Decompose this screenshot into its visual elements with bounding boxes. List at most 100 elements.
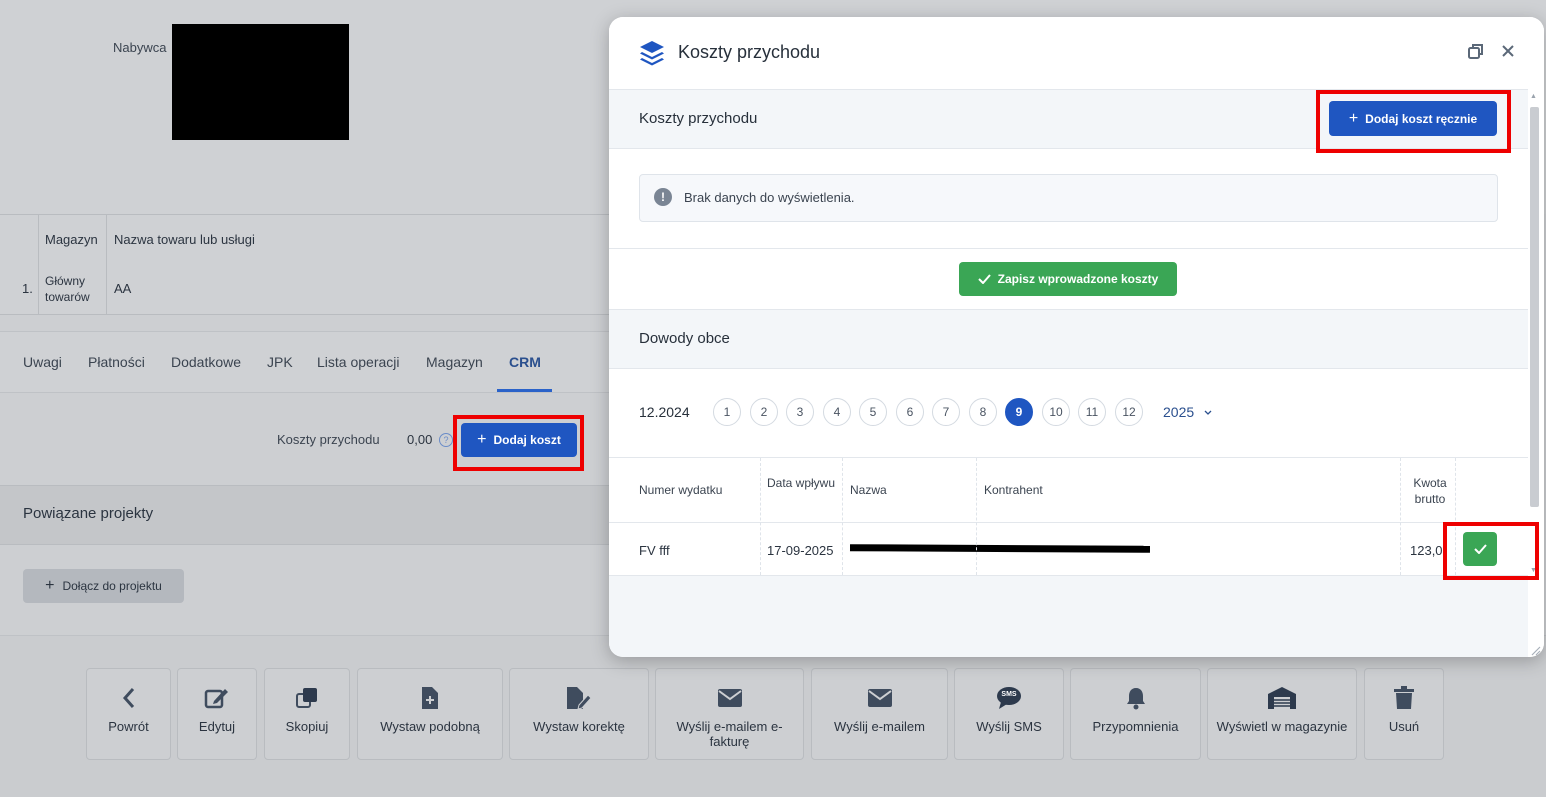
send-email-button[interactable]: Wyślij e-mailem — [811, 668, 948, 760]
divider — [609, 248, 1528, 249]
edit-button[interactable]: Edytuj — [177, 668, 257, 760]
accept-document-button[interactable] — [1463, 532, 1497, 566]
issue-similar-label: Wystaw podobną — [380, 719, 480, 734]
cell-receipt-date: 17-09-2025 — [767, 543, 834, 558]
send-email-label: Wyślij e-mailem — [834, 719, 925, 734]
issue-correction-label: Wystaw korektę — [533, 719, 625, 734]
trash-icon — [1365, 685, 1443, 711]
costs-section-title: Koszty przychodu — [639, 110, 758, 127]
month-page-4[interactable]: 4 — [823, 398, 851, 426]
check-icon — [977, 274, 991, 284]
column-divider — [106, 264, 107, 314]
plus-icon: + — [477, 431, 487, 448]
save-costs-label: Zapisz wprowadzone koszty — [997, 272, 1159, 286]
plus-icon: + — [45, 577, 55, 594]
cell-expense-number: FV fff — [639, 543, 670, 558]
column-divider — [38, 264, 39, 314]
external-docs-title: Dowody obce — [639, 330, 730, 347]
help-icon[interactable]: ? — [439, 433, 453, 447]
column-divider — [760, 458, 761, 575]
active-tab-indicator — [497, 389, 552, 392]
add-cost-button[interactable]: + Dodaj koszt — [461, 423, 577, 457]
resize-handle-icon[interactable] — [1529, 643, 1541, 657]
column-divider — [842, 458, 843, 575]
tab-crm[interactable]: CRM — [509, 354, 541, 370]
scroll-up-icon[interactable]: ▲ — [1530, 93, 1537, 100]
show-in-warehouse-button[interactable]: Wyświetl w magazynie — [1207, 668, 1357, 760]
buyer-label: Nabywca — [113, 40, 167, 55]
delete-label: Usuń — [1388, 719, 1420, 734]
copy-button[interactable]: Skopiuj — [264, 668, 350, 760]
th-gross-amount: Kwota brutto — [1413, 476, 1447, 506]
reminders-label: Przypomnienia — [1092, 719, 1179, 734]
month-page-10[interactable]: 10 — [1042, 398, 1070, 426]
join-project-button[interactable]: + Dołącz do projektu — [23, 569, 184, 603]
tab-platnosci[interactable]: Płatności — [88, 354, 145, 370]
month-page-2[interactable]: 2 — [750, 398, 778, 426]
bell-icon — [1071, 685, 1200, 711]
sms-icon: SMS — [955, 685, 1063, 711]
external-docs-section-header: Dowody obce — [609, 309, 1528, 369]
add-cost-manually-label: Dodaj koszt ręcznie — [1365, 111, 1478, 126]
delete-button[interactable]: Usuń — [1364, 668, 1444, 760]
header-item-name: Nazwa towaru lub usługi — [114, 232, 255, 247]
scrollbar-thumb[interactable] — [1530, 107, 1539, 507]
costs-value: 0,00 — [407, 432, 433, 447]
send-einvoice-button[interactable]: Wyślij e-mailem e-fakturę — [655, 668, 804, 760]
file-edit-icon — [510, 685, 648, 711]
chevron-down-icon — [1204, 410, 1212, 416]
redacted-buyer-block — [172, 24, 349, 140]
month-page-11[interactable]: 11 — [1078, 398, 1106, 426]
add-cost-manually-button[interactable]: + Dodaj koszt ręcznie — [1329, 101, 1497, 136]
close-icon[interactable] — [1501, 44, 1515, 63]
layers-icon — [639, 40, 665, 71]
month-page-6[interactable]: 6 — [896, 398, 924, 426]
column-divider — [38, 215, 39, 264]
tab-magazyn[interactable]: Magazyn — [426, 354, 483, 370]
month-page-7[interactable]: 7 — [932, 398, 960, 426]
header-warehouse: Magazyn — [45, 232, 98, 247]
edit-icon — [178, 685, 256, 711]
projects-title: Powiązane projekty — [23, 505, 154, 522]
copy-icon — [265, 685, 349, 711]
add-cost-label: Dodaj koszt — [493, 433, 561, 447]
row-item-name: AA — [114, 281, 132, 296]
warehouse-icon — [1208, 685, 1356, 711]
envelope-icon — [812, 685, 947, 711]
month-page-5[interactable]: 5 — [859, 398, 887, 426]
send-sms-button[interactable]: SMS Wyślij SMS — [954, 668, 1064, 760]
month-page-1[interactable]: 1 — [713, 398, 741, 426]
back-button[interactable]: Powrót — [86, 668, 171, 760]
month-page-3[interactable]: 3 — [786, 398, 814, 426]
issue-correction-button[interactable]: Wystaw korektę — [509, 668, 649, 760]
docs-table-header: Numer wydatku Data wpływu Nazwa Kontrahe… — [609, 458, 1528, 522]
month-page-12[interactable]: 12 — [1115, 398, 1143, 426]
info-icon: ! — [654, 188, 672, 206]
save-costs-button[interactable]: Zapisz wprowadzone koszty — [959, 262, 1177, 296]
restore-window-icon[interactable] — [1468, 43, 1484, 64]
modal-header: Koszty przychodu — [609, 17, 1544, 90]
edit-label: Edytuj — [198, 719, 236, 734]
no-data-message: ! Brak danych do wyświetlenia. — [639, 174, 1498, 222]
check-icon — [1473, 544, 1487, 554]
month-page-8[interactable]: 8 — [969, 398, 997, 426]
items-table-header: Magazyn Nazwa towaru lub usługi — [0, 214, 620, 265]
envelope-icon — [656, 685, 803, 711]
show-in-warehouse-label: Wyświetl w magazynie — [1216, 719, 1348, 734]
send-sms-label: Wyślij SMS — [976, 719, 1042, 734]
chevron-left-icon — [87, 685, 170, 711]
issue-similar-button[interactable]: Wystaw podobną — [357, 668, 503, 760]
tab-jpk[interactable]: JPK — [267, 354, 293, 370]
tab-dodatkowe[interactable]: Dodatkowe — [171, 354, 241, 370]
year-select[interactable]: 2025 — [1163, 404, 1212, 420]
row-index: 1. — [22, 281, 33, 296]
tab-uwagi[interactable]: Uwagi — [23, 354, 62, 370]
table-row[interactable]: FV fff 17-09-2025 123,0( — [609, 523, 1528, 575]
year-value: 2025 — [1163, 404, 1195, 420]
modal-title: Koszty przychodu — [678, 42, 821, 62]
tab-lista-operacji[interactable]: Lista operacji — [317, 354, 400, 370]
month-page-9[interactable]: 9 — [1005, 398, 1033, 426]
reminders-button[interactable]: Przypomnienia — [1070, 668, 1201, 760]
table-row: 1. Główny towarów AA — [0, 264, 620, 315]
th-name: Nazwa — [850, 483, 887, 497]
